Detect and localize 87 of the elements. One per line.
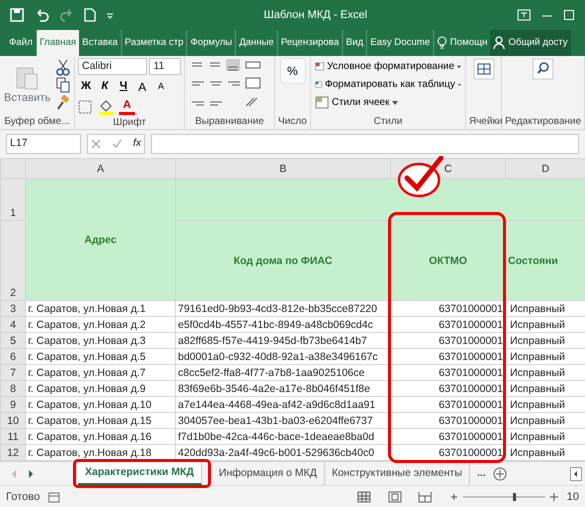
group-label: Число	[278, 115, 307, 129]
group-label: Буфер обме...	[3, 115, 71, 129]
format-painter-icon[interactable]	[54, 94, 71, 112]
save-icon[interactable]	[10, 8, 24, 22]
row-header[interactable]: 7	[0, 364, 26, 380]
grow-font-button[interactable]: A	[134, 77, 150, 96]
zoom-slider-icon[interactable]	[448, 491, 559, 503]
scrollbar-left-icon[interactable]	[570, 466, 582, 480]
macro-record-icon[interactable]	[48, 491, 60, 503]
row-header[interactable]: 4	[0, 316, 26, 332]
group-label: Выравнивание	[194, 115, 265, 129]
row-header[interactable]: 6	[0, 348, 26, 364]
page-layout-icon[interactable]	[388, 491, 402, 503]
maximize-icon[interactable]	[563, 9, 575, 21]
row-header[interactable]: 5	[0, 332, 26, 348]
row-header[interactable]: 2	[0, 220, 26, 300]
new-document-icon[interactable]	[84, 8, 96, 22]
table-cell: г. Саратов, ул.Новая д.2	[26, 316, 176, 332]
table-header: Код дома по ФИАС	[176, 220, 390, 300]
table-cell: г. Саратов, ул.Новая д.9	[26, 380, 176, 396]
formula-input[interactable]	[151, 134, 579, 154]
fill-color-icon[interactable]	[98, 98, 114, 114]
table-cell: г. Саратов, ул.Новая д.3	[26, 332, 176, 348]
table-cell: г. Саратов, ул.Новая д.16	[26, 428, 176, 444]
row-header[interactable]: 1	[0, 178, 26, 220]
row-header[interactable]: 9	[0, 396, 26, 412]
table-header: Состояни	[506, 220, 585, 300]
normal-view-icon[interactable]	[357, 491, 372, 503]
ribbon-display-icon[interactable]	[517, 9, 531, 21]
check-icon[interactable]	[112, 139, 122, 149]
row-header[interactable]: 3	[0, 300, 26, 316]
table-cell: г. Саратов, ул.Новая д.10	[26, 396, 176, 412]
add-sheet-icon[interactable]	[492, 466, 507, 480]
table-cell: г. Саратов, ул.Новая д.7	[26, 364, 176, 380]
group-label: Шрифт	[112, 116, 147, 130]
group-label: Редактирование	[505, 115, 581, 129]
share-button[interactable]: Общий досту	[490, 30, 571, 56]
caret-icon	[458, 82, 461, 86]
row-header[interactable]: 12	[0, 444, 26, 460]
styles-menu-button[interactable]: Условное форматирование	[314, 58, 462, 75]
group-label: Стили	[372, 115, 404, 129]
copy-icon[interactable]	[54, 76, 71, 94]
column-header[interactable]: B	[176, 158, 390, 178]
font-color-button[interactable]: A	[119, 98, 135, 115]
column-header[interactable]: A	[26, 158, 176, 178]
scroll-right-icon[interactable]	[28, 470, 34, 478]
name-box[interactable]: L17	[6, 134, 81, 154]
status-text: Готово	[6, 490, 40, 505]
shrink-font-button[interactable]: A	[153, 77, 169, 96]
font-name-field[interactable]: Calibri	[78, 58, 147, 75]
table-cell: г. Саратов, ул.Новая д.1	[26, 300, 176, 316]
zoom-level[interactable]: 10	[566, 488, 579, 506]
window-title: Шаблон МКД - Excel	[262, 8, 368, 23]
cells-icon[interactable]	[472, 58, 494, 80]
font-size-field[interactable]: 11	[149, 58, 181, 75]
customize-toolbar-icon[interactable]	[106, 11, 114, 19]
row-header[interactable]: 8	[0, 380, 26, 396]
row-header[interactable]: 11	[0, 428, 26, 444]
font-style-button[interactable]: К	[96, 77, 113, 96]
table-header: ОКТМО	[390, 220, 506, 300]
cancel-icon[interactable]	[91, 139, 101, 149]
more-sheets-button[interactable]: ...	[470, 462, 493, 485]
person-icon	[493, 36, 506, 50]
ribbon-tab[interactable]: Главная	[36, 30, 80, 56]
number-format-button[interactable]: %	[280, 58, 306, 84]
borders-icon[interactable]	[78, 100, 92, 114]
row-header[interactable]: 10	[0, 412, 26, 428]
page-break-icon[interactable]	[418, 491, 432, 503]
styles-menu-button[interactable]: Стили ячеек	[314, 94, 462, 111]
table-cell: г. Саратов, ул.Новая д.15	[26, 412, 176, 428]
lightbulb-icon	[437, 36, 448, 50]
scissors-icon[interactable]	[54, 58, 71, 76]
styles-menu-button[interactable]: Форматировать как таблицу	[314, 76, 462, 93]
table-cell: г. Саратов, ул.Новая д.5	[26, 348, 176, 364]
font-style-button[interactable]: Ж	[78, 77, 94, 96]
paste-button[interactable]: Вставить	[3, 58, 52, 112]
sheet-tab[interactable]: Характеристики МКД	[78, 462, 202, 485]
table-header: Адрес	[26, 178, 176, 300]
column-header[interactable]: D	[506, 158, 585, 178]
caret-icon	[457, 64, 461, 68]
search-icon[interactable]	[532, 58, 554, 80]
table-style-icon	[315, 60, 324, 73]
insert-function-button[interactable]: fx	[133, 136, 142, 152]
table-style-icon	[315, 96, 329, 109]
font-style-button[interactable]: Ч	[116, 77, 132, 96]
tell-me-label[interactable]: Помощн	[450, 36, 488, 50]
caret-icon	[392, 100, 398, 104]
